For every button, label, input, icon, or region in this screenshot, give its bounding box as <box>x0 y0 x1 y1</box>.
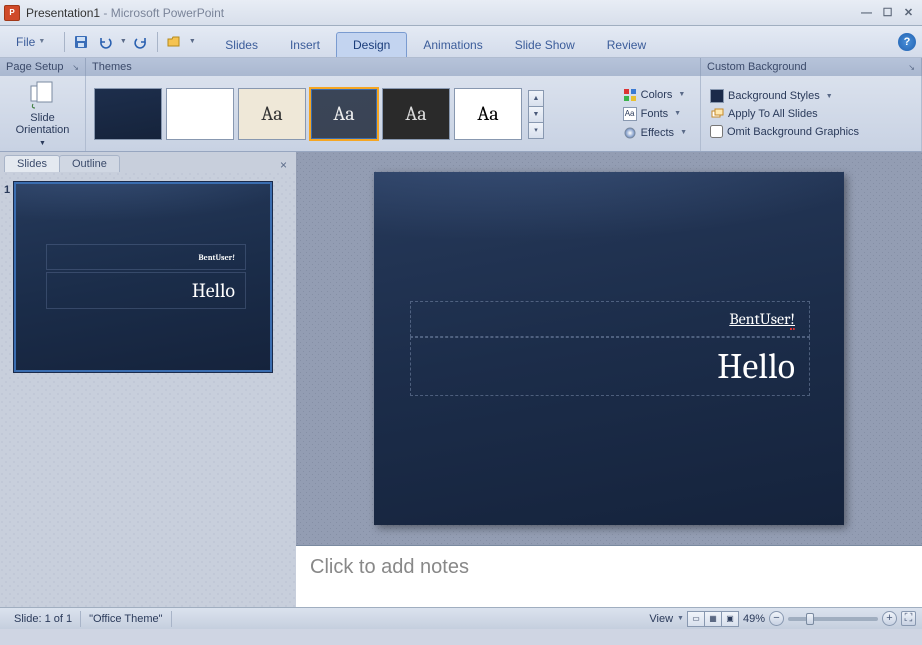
status-bar: Slide: 1 of 1 "Office Theme" View ▼ ▭ ▦ ▣… <box>0 607 922 629</box>
workspace: Slides Outline × 1 BentUser! Hello BentU… <box>0 152 922 607</box>
theme-fonts-dropdown[interactable]: Aa Fonts▼ <box>620 105 690 123</box>
zoom-out-button[interactable]: − <box>769 611 784 626</box>
theme-scroll-up[interactable]: ▲ <box>528 90 544 107</box>
editor-pane: BentUser! Hello Click to add notes <box>296 152 922 607</box>
theme-scroll-down[interactable]: ▼ <box>528 106 544 123</box>
omit-checkbox[interactable] <box>710 125 723 138</box>
dropdown-arrow-icon: ▼ <box>38 38 45 45</box>
separator <box>64 32 65 52</box>
view-normal-button[interactable]: ▭ <box>687 611 705 627</box>
slides-pane: Slides Outline × 1 BentUser! Hello <box>0 152 296 607</box>
theme-thumb-6[interactable]: Aa <box>454 88 522 140</box>
tab-animations[interactable]: Animations <box>407 33 498 57</box>
file-menu[interactable]: File▼ <box>6 32 55 52</box>
tab-review[interactable]: Review <box>591 33 662 57</box>
title-textbox[interactable]: Hello <box>410 337 810 396</box>
orientation-icon <box>27 78 59 110</box>
custom-bg-launcher[interactable]: ↘ <box>908 63 915 72</box>
fonts-icon: Aa <box>623 107 637 121</box>
slide-1[interactable]: BentUser! Hello <box>374 172 844 525</box>
view-sorter-button[interactable]: ▦ <box>704 611 722 627</box>
ribbon-tabs: Slides Insert Design Animations Slide Sh… <box>209 26 662 57</box>
save-button[interactable] <box>70 31 92 53</box>
apply-all-icon <box>710 107 724 121</box>
maximize-button[interactable]: ☐ <box>878 4 897 21</box>
tab-slides[interactable]: Slides <box>209 33 274 57</box>
thumbnail-area[interactable]: 1 BentUser! Hello <box>0 172 296 607</box>
theme-thumb-2[interactable] <box>166 88 234 140</box>
close-button[interactable]: ✕ <box>899 4 918 21</box>
help-button[interactable]: ? <box>898 33 916 51</box>
zoom-in-button[interactable]: + <box>882 611 897 626</box>
theme-effects-dropdown[interactable]: Effects▼ <box>620 124 690 142</box>
omit-bg-graphics-checkbox[interactable]: Omit Background Graphics <box>707 123 915 140</box>
open-dropdown[interactable]: ▼ <box>187 31 197 53</box>
view-buttons: ▭ ▦ ▣ <box>688 611 739 627</box>
pane-tab-outline[interactable]: Outline <box>59 155 120 172</box>
minimize-button[interactable]: — <box>857 4 876 21</box>
colors-icon <box>623 88 637 102</box>
ribbon-group-labels: Page Setup↘ Themes Custom Background↘ <box>0 58 922 76</box>
title-text[interactable]: Hello <box>717 346 795 387</box>
theme-colors-dropdown[interactable]: Colors▼ <box>620 86 690 104</box>
view-dropdown[interactable]: ▼ <box>677 615 684 622</box>
undo-dropdown[interactable]: ▼ <box>118 31 128 53</box>
status-theme: "Office Theme" <box>81 611 171 627</box>
open-button[interactable] <box>163 31 185 53</box>
view-label: View <box>649 613 673 625</box>
zoom-slider-knob[interactable] <box>806 613 814 625</box>
theme-gallery-scroll: ▲ ▼ ▾ <box>528 90 544 138</box>
separator <box>157 32 158 52</box>
apply-to-all-button[interactable]: Apply To All Slides <box>707 105 915 123</box>
slide-thumbnail-1[interactable]: 1 BentUser! Hello <box>14 182 282 372</box>
subtitle-textbox[interactable]: BentUser! <box>410 301 810 337</box>
ribbon: Slide Orientation ▼ Aa Aa Aa Aa ▲ ▼ ▾ Co… <box>0 76 922 152</box>
theme-thumb-3[interactable]: Aa <box>238 88 306 140</box>
undo-button[interactable] <box>94 31 116 53</box>
notes-pane[interactable]: Click to add notes <box>296 545 922 607</box>
notes-placeholder: Click to add notes <box>310 556 469 578</box>
tab-design[interactable]: Design <box>336 32 407 57</box>
fit-to-window-button[interactable]: ⛶ <box>901 611 916 626</box>
tab-insert[interactable]: Insert <box>274 33 336 57</box>
pane-close-button[interactable]: × <box>275 158 292 172</box>
redo-button[interactable] <box>130 31 152 53</box>
document-name: Presentation1 <box>26 6 100 20</box>
window-title: Presentation1 - Microsoft PowerPoint <box>26 6 224 20</box>
theme-thumb-5[interactable]: Aa <box>382 88 450 140</box>
theme-thumb-4[interactable]: Aa <box>310 88 378 140</box>
background-styles-dropdown[interactable]: Background Styles▼ <box>707 87 915 105</box>
app-icon: P <box>4 5 20 21</box>
slide-number: 1 <box>4 184 10 196</box>
zoom-percent[interactable]: 49% <box>743 613 765 625</box>
theme-thumb-1[interactable] <box>94 88 162 140</box>
view-slideshow-button[interactable]: ▣ <box>721 611 739 627</box>
slide-orientation-button[interactable]: Slide Orientation ▼ <box>13 80 73 147</box>
pane-tab-slides[interactable]: Slides <box>4 155 60 172</box>
menu-bar: File▼ ▼ ▼ Slides Insert Design Animation… <box>0 26 922 58</box>
bg-styles-icon <box>710 89 724 103</box>
theme-gallery: Aa Aa Aa Aa ▲ ▼ ▾ <box>92 80 546 147</box>
quick-access-toolbar: ▼ ▼ <box>61 31 197 53</box>
page-setup-launcher[interactable]: ↘ <box>72 63 79 72</box>
slide-canvas[interactable]: BentUser! Hello <box>296 152 922 545</box>
status-slide-counter: Slide: 1 of 1 <box>6 611 81 627</box>
title-bar: P Presentation1 - Microsoft PowerPoint —… <box>0 0 922 26</box>
tab-slideshow[interactable]: Slide Show <box>499 33 591 57</box>
app-name: Microsoft PowerPoint <box>111 6 224 20</box>
theme-gallery-expand[interactable]: ▾ <box>528 122 544 139</box>
pane-tabs: Slides Outline × <box>0 152 296 172</box>
zoom-slider[interactable] <box>788 617 878 621</box>
subtitle-text[interactable]: BentUser! <box>729 310 795 330</box>
effects-icon <box>623 126 637 140</box>
